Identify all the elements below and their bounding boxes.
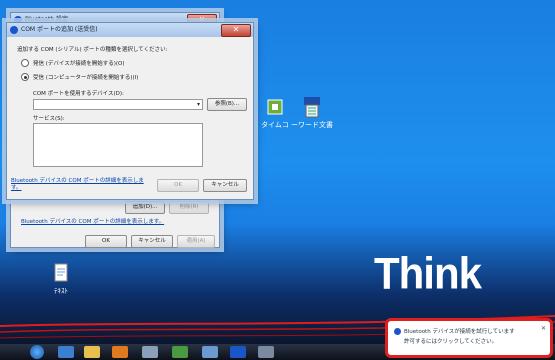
desktop-icon-textfile[interactable]: ﾃｷｽﾄ <box>31 262 91 296</box>
excel-shortcut-icon <box>301 96 323 118</box>
service-list[interactable] <box>33 123 203 167</box>
outgoing-radio-label: 発信 (デバイスが接続を開始する)(O) <box>33 61 125 67</box>
com-dialog-details-link[interactable]: Bluetooth デバイスの COM ポートの詳細を表示します。 <box>11 178 151 192</box>
chevron-down-icon: ▾ <box>196 101 200 108</box>
incoming-radio[interactable] <box>21 73 29 81</box>
media-player-icon[interactable] <box>112 346 128 358</box>
desktop-icon-label: ﾃｷｽﾄ <box>54 287 68 295</box>
bt-settings-ok-button[interactable]: OK <box>85 235 127 248</box>
folder-icon[interactable] <box>84 346 100 358</box>
remove-button[interactable]: 削除(R) <box>169 201 209 214</box>
device-label: COM ポートを使用するデバイス(D): <box>33 91 124 97</box>
notification-line2: 許可するにはクリックしてください。 <box>404 339 498 345</box>
text-file-icon <box>50 262 72 284</box>
com-dialog-close-button[interactable]: ✕ <box>221 24 251 37</box>
spreadsheet-icon[interactable] <box>172 346 188 358</box>
ie-icon[interactable] <box>58 346 74 358</box>
com-port-dialog[interactable]: COM ポートの追加 (送受信) ✕ 追加する COM (シリアル) ポートの種… <box>6 22 254 200</box>
bluetooth-icon <box>394 328 401 335</box>
com-dialog-title: COM ポートの追加 (送受信) <box>21 26 98 33</box>
bt-settings-cancel-button[interactable]: キャンセル <box>131 235 173 248</box>
add-button[interactable]: 追加(D)... <box>125 201 165 214</box>
bluetooth-notification[interactable]: Bluetooth デバイスが接続を試行しています 許可するにはクリックしてくだ… <box>385 318 553 358</box>
bt-settings-com-link[interactable]: Bluetooth デバイスの COM ポートの詳細を表示します。 <box>21 217 164 225</box>
com-dialog-cancel-button[interactable]: キャンセル <box>203 179 247 192</box>
network-icon[interactable] <box>258 346 274 358</box>
incoming-radio-label: 受信 (コンピューターが接続を開始する)(I) <box>33 75 139 81</box>
device-select[interactable]: ▾ <box>33 99 203 110</box>
com-dialog-instruction: 追加する COM (シリアル) ポートの種類を選択してください: <box>17 47 168 53</box>
notification-line1: Bluetooth デバイスが接続を試行しています <box>404 329 515 335</box>
window-icon[interactable] <box>202 346 218 358</box>
close-icon[interactable]: ✕ <box>541 325 546 332</box>
browse-button[interactable]: 参照(B)... <box>207 98 247 111</box>
outgoing-radio[interactable] <box>21 59 29 67</box>
app-icon[interactable] <box>142 346 158 358</box>
com-dialog-ok-button[interactable]: OK <box>157 179 199 192</box>
think-brand-text: Think <box>374 248 482 299</box>
com-dialog-titlebar[interactable]: COM ポートの追加 (送受信) ✕ <box>7 23 253 37</box>
desktop-icon-label: ーワード文書 <box>291 121 333 129</box>
start-button[interactable] <box>30 345 44 359</box>
bt-settings-apply-button[interactable]: 適用(A) <box>177 235 215 248</box>
bluetooth-taskbar-icon[interactable] <box>230 346 246 358</box>
bluetooth-icon <box>10 26 18 34</box>
service-label: サービス(S): <box>33 116 65 122</box>
desktop-icon-excel[interactable]: ーワード文書 <box>282 96 342 130</box>
